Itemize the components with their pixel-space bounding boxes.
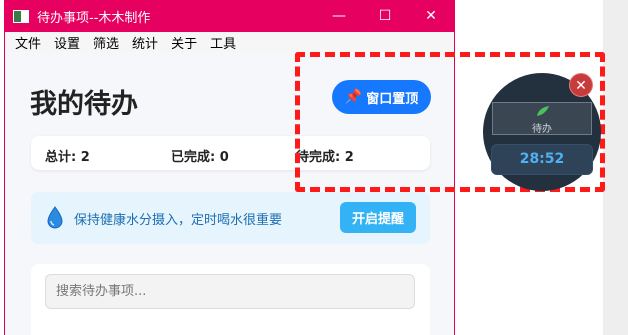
menu-stats[interactable]: 统计 bbox=[132, 33, 158, 52]
stat-completed: 已完成: 0 bbox=[171, 150, 229, 165]
stat-total: 总计: 2 bbox=[45, 150, 90, 165]
menu-about[interactable]: 关于 bbox=[171, 33, 197, 52]
menu-tools[interactable]: 工具 bbox=[210, 33, 236, 52]
water-reminder-text: 保持健康水分摄入，定时喝水很重要 bbox=[74, 213, 283, 228]
menu-bar: 文件 设置 筛选 统计 关于 工具 bbox=[5, 32, 454, 52]
widget-timer: 28:52 bbox=[491, 144, 593, 175]
water-drop-icon bbox=[47, 206, 63, 229]
widget-task-button[interactable]: 待办 bbox=[492, 102, 592, 135]
search-input[interactable]: 搜索待办事项... bbox=[45, 274, 415, 309]
close-button[interactable]: ✕ bbox=[408, 0, 454, 32]
minimize-button[interactable]: — bbox=[316, 0, 362, 32]
desktop-background bbox=[603, 0, 628, 335]
page-title: 我的待办 bbox=[30, 89, 138, 120]
widget-task-label: 待办 bbox=[532, 124, 552, 135]
enable-reminder-button[interactable]: 开启提醒 bbox=[340, 202, 416, 233]
menu-file[interactable]: 文件 bbox=[15, 33, 41, 52]
app-icon bbox=[13, 9, 29, 23]
maximize-button[interactable]: ☐ bbox=[362, 0, 408, 32]
water-reminder-card: 保持健康水分摄入，定时喝水很重要 开启提醒 bbox=[31, 192, 430, 244]
title-bar[interactable]: 待办事项--木木制作 — ☐ ✕ bbox=[5, 0, 454, 32]
menu-settings[interactable]: 设置 bbox=[54, 33, 80, 52]
menu-filter[interactable]: 筛选 bbox=[93, 33, 119, 52]
window-title: 待办事项--木木制作 bbox=[37, 10, 151, 26]
search-card: 搜索待办事项... bbox=[31, 264, 430, 335]
widget-close-button[interactable]: ✕ bbox=[569, 73, 593, 97]
leaf-icon bbox=[537, 106, 549, 116]
